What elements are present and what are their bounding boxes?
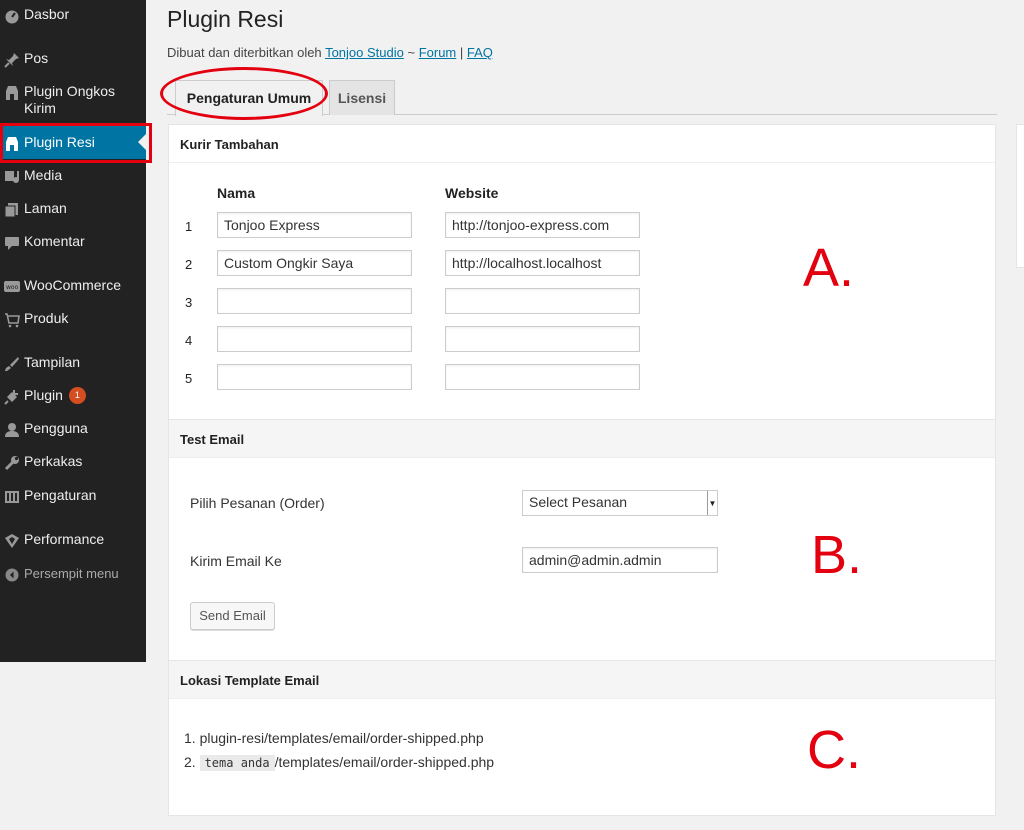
email-recipient-label: Kirim Email Ke [190, 553, 282, 569]
chevron-down-icon: ▼ [707, 491, 717, 515]
courier-name-input[interactable] [217, 250, 412, 276]
order-select-label: Pilih Pesanan (Order) [190, 495, 325, 511]
annotation-letter-c: C. [807, 720, 861, 780]
order-select[interactable]: Select Pesanan ▼ [522, 490, 718, 516]
template-panel-title: Lokasi Template Email [169, 661, 995, 699]
pin-icon [0, 50, 24, 70]
settings-icon [0, 487, 24, 507]
courier-name-input[interactable] [217, 288, 412, 314]
courier-panel-title: Kurir Tambahan [169, 125, 995, 163]
sidebar-item-media[interactable]: Media [0, 167, 146, 187]
highlight-box-plugin-resi [0, 123, 152, 163]
plug-icon [0, 387, 24, 407]
sidebar-item-plugin-ongkos-kirim[interactable]: Plugin Ongkos Kirim [0, 83, 146, 117]
plugin-store-icon [0, 83, 24, 103]
user-icon [0, 420, 24, 440]
courier-website-input[interactable] [445, 364, 640, 390]
test-email-panel: Test Email Pilih Pesanan (Order) Select … [168, 419, 996, 661]
update-count-badge: 1 [68, 387, 86, 404]
template-path-theme: 2. tema anda/templates/email/order-shipp… [184, 754, 495, 771]
collapse-arrow-icon [0, 565, 24, 585]
courier-name-input[interactable] [217, 326, 412, 352]
sidebar-item-label: WooCommerce [24, 277, 121, 293]
author-link[interactable]: Tonjoo Studio [325, 45, 404, 60]
email-recipient-input[interactable] [522, 547, 718, 573]
send-email-button[interactable]: Send Email [190, 602, 275, 630]
order-select-value: Select Pesanan [529, 494, 628, 510]
comment-icon [0, 233, 24, 253]
sidebar-item-label: Laman [24, 200, 67, 216]
column-header-website: Website [445, 185, 499, 201]
courier-name-input[interactable] [217, 364, 412, 390]
column-header-name: Nama [217, 185, 256, 201]
sidebar-item-label: Performance [24, 531, 105, 547]
annotation-letter-b: B. [811, 525, 863, 585]
sidebar-item-label: Tampilan [24, 354, 81, 370]
side-metabox-edge [1016, 124, 1024, 268]
template-path-suffix: /templates/email/order-shipped.php [274, 754, 495, 770]
courier-website-input[interactable] [445, 288, 640, 314]
sidebar-item-label: Plugin Ongkos [24, 83, 116, 99]
brush-icon [0, 354, 24, 374]
template-path-default: 1. plugin-resi/templates/email/order-shi… [184, 730, 484, 746]
sidebar-item-label: Produk [24, 310, 69, 326]
sidebar-item-perkakas[interactable]: Perkakas [0, 453, 146, 473]
sidebar-item-performance[interactable]: Performance [0, 531, 146, 551]
row-number: 4 [185, 333, 193, 348]
template-location-panel: Lokasi Template Email 1. plugin-resi/tem… [168, 660, 996, 816]
theme-code-label: tema anda [199, 755, 275, 771]
tab-lisensi[interactable]: Lisensi [329, 80, 395, 115]
sidebar-item-label: Pengguna [24, 420, 88, 436]
sidebar-item-produk[interactable]: Produk [0, 310, 146, 330]
test-email-panel-title: Test Email [169, 420, 995, 458]
sidebar-item-label: Dasbor [24, 6, 70, 22]
list-number: 2. [184, 754, 196, 770]
svg-text:woo: woo [6, 284, 19, 291]
subtitle-separator: ~ [407, 45, 416, 60]
courier-website-input[interactable] [445, 212, 640, 238]
sidebar-item-laman[interactable]: Laman [0, 200, 146, 220]
page-icon [0, 200, 24, 220]
page-title: Plugin Resi [167, 6, 284, 32]
sidebar-item-dasbor[interactable]: Dasbor [0, 6, 146, 26]
sidebar-item-label: Komentar [24, 233, 85, 249]
sidebar-item-tampilan[interactable]: Tampilan [0, 354, 146, 374]
media-icon [0, 167, 24, 187]
subtitle-prefix: Dibuat dan diterbitkan oleh [167, 45, 322, 60]
row-number: 2 [185, 257, 193, 272]
courier-panel: Kurir Tambahan Nama Website 1 2 3 4 5 A. [168, 124, 996, 420]
highlight-ellipse-tab [160, 67, 328, 120]
forum-link[interactable]: Forum [419, 45, 457, 60]
sidebar-item-label: Pengaturan [24, 487, 97, 503]
sidebar-item-label: Pos [24, 50, 49, 66]
collapse-menu-button[interactable]: Persempit menu [0, 565, 146, 585]
sidebar-item-pengguna[interactable]: Pengguna [0, 420, 146, 440]
collapse-menu-label: Persempit menu [24, 566, 119, 581]
sidebar-item-label: Media [24, 167, 63, 183]
sidebar-item-label: Plugin [24, 387, 63, 403]
page-subtitle: Dibuat dan diterbitkan oleh Tonjoo Studi… [167, 45, 493, 60]
row-number: 3 [185, 295, 193, 310]
sidebar-item-plugin[interactable]: Plugin 1 [0, 387, 146, 407]
row-number: 1 [185, 219, 193, 234]
sidebar-item-pos[interactable]: Pos [0, 50, 146, 70]
woocommerce-icon: woo [0, 277, 24, 297]
sidebar-item-pengaturan[interactable]: Pengaturan [0, 487, 146, 507]
sidebar-item-komentar[interactable]: Komentar [0, 233, 146, 253]
cart-icon [0, 310, 24, 330]
sidebar-item-label: Perkakas [24, 453, 83, 469]
dashboard-icon [0, 6, 24, 26]
courier-website-input[interactable] [445, 250, 640, 276]
sidebar-item-woocommerce[interactable]: woo WooCommerce [0, 277, 146, 297]
admin-sidebar: Dasbor Pos Plugin Ongkos Kirim Plugin Re… [0, 0, 146, 662]
performance-icon [0, 531, 24, 551]
wrench-icon [0, 453, 24, 473]
annotation-letter-a: A. [803, 238, 855, 298]
courier-website-input[interactable] [445, 326, 640, 352]
subtitle-separator: | [459, 45, 464, 60]
row-number: 5 [185, 371, 193, 386]
sidebar-item-label-line2: Kirim [24, 100, 56, 116]
faq-link[interactable]: FAQ [467, 45, 493, 60]
courier-name-input[interactable] [217, 212, 412, 238]
